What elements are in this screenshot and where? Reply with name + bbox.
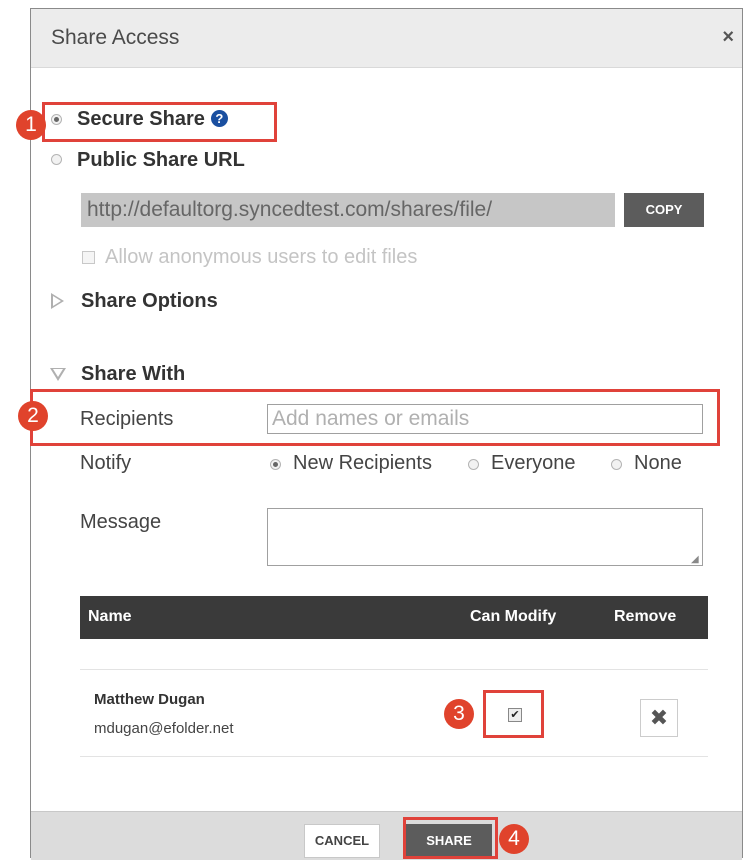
share-options-toggle[interactable]: Share Options: [81, 290, 218, 313]
allow-anonymous-checkbox[interactable]: [82, 251, 95, 264]
step-badge-1: 1: [16, 110, 46, 140]
highlight-recipients: [30, 389, 720, 446]
notify-everyone-radio[interactable]: [468, 459, 479, 470]
highlight-can-modify: [483, 690, 544, 738]
notify-none-label: None: [634, 452, 682, 474]
step-badge-3: 3: [444, 699, 474, 729]
allow-anonymous-label: Allow anonymous users to edit files: [105, 246, 418, 268]
collapse-down-icon[interactable]: [50, 368, 66, 381]
column-can-modify: Can Modify: [470, 608, 557, 625]
notify-none-radio[interactable]: [611, 459, 622, 470]
message-textarea[interactable]: [267, 508, 703, 566]
notify-new-recipients-label: New Recipients: [293, 452, 432, 474]
step-badge-4: 4: [499, 824, 529, 854]
resize-grip-icon[interactable]: ◢: [691, 554, 699, 565]
column-name: Name: [88, 608, 132, 625]
notify-label: Notify: [80, 452, 132, 474]
public-share-label: Public Share URL: [77, 149, 245, 171]
dialog-title: Share Access: [51, 26, 180, 49]
dialog-header: Share Access ×: [31, 9, 742, 68]
recipient-name: Matthew Dugan: [94, 691, 205, 708]
notify-new-recipients-radio[interactable]: [270, 459, 281, 470]
expand-right-icon[interactable]: [51, 293, 64, 309]
cancel-button[interactable]: CANCEL: [304, 824, 380, 858]
column-remove: Remove: [614, 608, 677, 625]
remove-recipient-button[interactable]: ✖: [640, 699, 678, 737]
message-label: Message: [80, 511, 162, 533]
public-share-radio[interactable]: [51, 154, 62, 165]
highlight-share-button: [403, 817, 498, 859]
row-divider: [80, 756, 708, 757]
recipients-table-header: Name Can Modify Remove: [80, 596, 708, 639]
public-url-field[interactable]: http://defaultorg.syncedtest.com/shares/…: [81, 193, 615, 227]
close-icon[interactable]: ×: [722, 27, 734, 47]
copy-button[interactable]: COPY: [624, 193, 704, 227]
recipient-email: mdugan@efolder.net: [94, 720, 234, 737]
highlight-secure-share: [42, 102, 277, 142]
notify-everyone-label: Everyone: [491, 452, 576, 474]
step-badge-2: 2: [18, 401, 48, 431]
share-with-toggle[interactable]: Share With: [81, 363, 185, 386]
dialog-footer: CANCEL SHARE: [31, 811, 742, 860]
row-divider: [80, 669, 708, 670]
